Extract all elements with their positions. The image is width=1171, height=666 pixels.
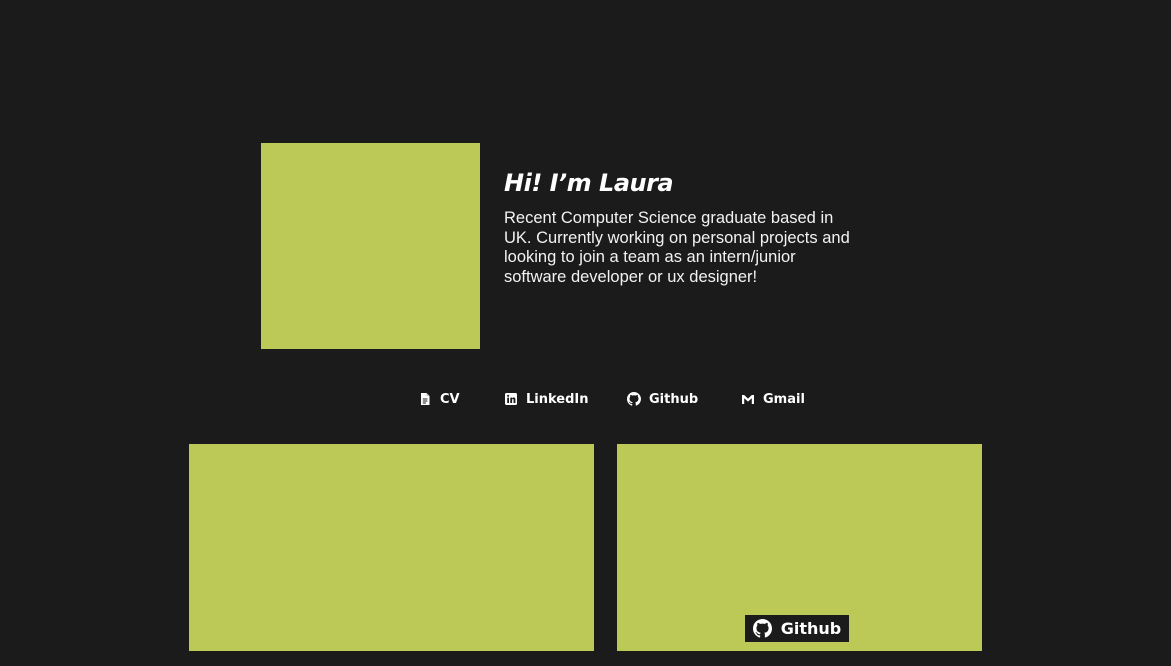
gmail-link-label: Gmail (763, 391, 805, 407)
cv-link-label: CV (440, 391, 460, 407)
intro-heading: Hi! I’m Laura (504, 169, 674, 197)
gmail-link[interactable]: Gmail (741, 389, 805, 409)
social-links: CV LinkedIn Github Gmail (0, 389, 1171, 411)
project-card-1[interactable] (189, 444, 594, 651)
project-github-button-label: Github (780, 619, 842, 638)
project-card-2[interactable]: Github (617, 444, 982, 651)
github-icon (627, 392, 641, 406)
github-link[interactable]: Github (627, 389, 698, 409)
github-link-label: Github (649, 391, 699, 407)
intro-bio: Recent Computer Science graduate based i… (504, 209, 850, 286)
document-icon (418, 392, 432, 406)
github-icon (752, 619, 772, 638)
linkedin-link[interactable]: LinkedIn (504, 389, 589, 409)
intro-section: Hi! I’m Laura Recent Computer Science gr… (504, 166, 864, 287)
cv-link[interactable]: CV (418, 389, 460, 409)
linkedin-link-label: LinkedIn (526, 391, 589, 407)
portfolio-page: Hi! I’m Laura Recent Computer Science gr… (0, 0, 1171, 666)
project-github-button[interactable]: Github (745, 615, 849, 642)
gmail-icon (741, 392, 755, 406)
linkedin-icon (504, 392, 518, 406)
profile-photo-placeholder (261, 143, 480, 349)
